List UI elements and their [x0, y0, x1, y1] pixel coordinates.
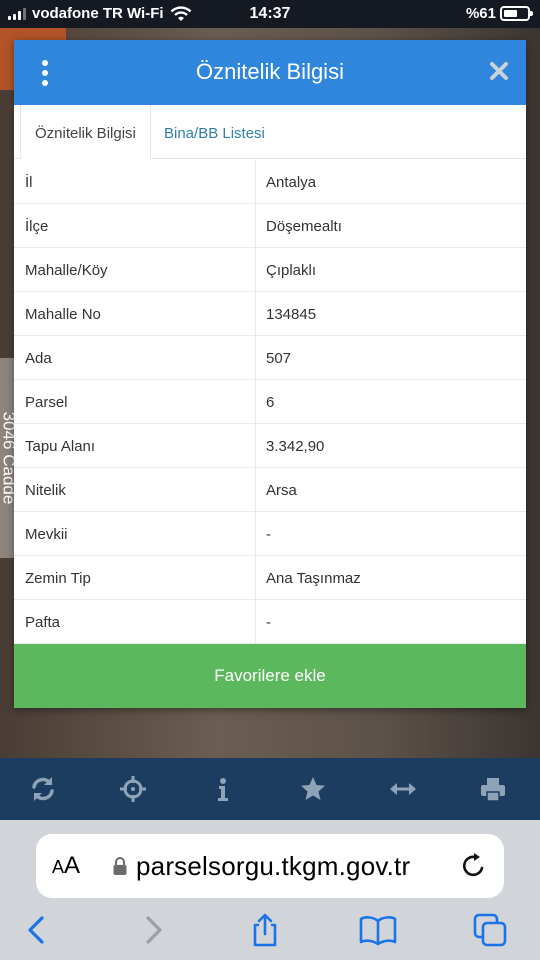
row-key-pafta: Pafta — [25, 614, 61, 631]
measure-icon[interactable] — [388, 774, 418, 804]
tab-attribute-info[interactable]: Öznitelik Bilgisi — [20, 105, 151, 159]
refresh-icon[interactable] — [28, 774, 58, 804]
row-value-il: Antalya — [266, 174, 317, 191]
row-key-mahalle: Mahalle/Köy — [25, 262, 108, 279]
star-icon[interactable] — [298, 774, 328, 804]
table-row: Nitelik Arsa — [14, 468, 526, 512]
forward-icon[interactable] — [134, 912, 170, 948]
url-text[interactable]: parselsorgu.tkgm.gov.tr — [136, 851, 410, 882]
map-toolbar — [0, 758, 540, 820]
info-icon[interactable] — [208, 774, 238, 804]
tabs-icon[interactable] — [472, 912, 508, 948]
row-value-ilce: Döşemealtı — [266, 218, 342, 235]
clock: 14:37 — [249, 5, 291, 22]
table-row: Mahalle/Köy Çıplaklı — [14, 248, 526, 292]
row-value-zemin-tip: Ana Taşınmaz — [266, 570, 361, 587]
table-row: Ada 507 — [14, 336, 526, 380]
row-key-mevkii: Mevkii — [25, 526, 68, 543]
table-row: Parsel 6 — [14, 380, 526, 424]
row-value-mahalle-no: 134845 — [266, 306, 317, 323]
tab-building-list[interactable]: Bina/BB Listesi — [150, 105, 279, 159]
row-key-tapu-alani: Tapu Alanı — [25, 438, 96, 455]
back-icon[interactable] — [20, 912, 56, 948]
bookmarks-icon[interactable] — [358, 912, 398, 948]
row-value-nitelik: Arsa — [266, 482, 297, 499]
close-icon[interactable] — [488, 60, 510, 82]
table-row: Mahalle No 134845 — [14, 292, 526, 336]
dialog-title: Öznitelik Bilgisi — [196, 59, 344, 84]
row-value-mahalle: Çıplaklı — [266, 262, 317, 279]
status-bar: vodafone TR Wi-Fi 14:37 %61 — [0, 0, 540, 28]
table-row: Mevkii - — [14, 512, 526, 556]
print-icon[interactable] — [478, 774, 508, 804]
dialog-tabs: Öznitelik Bilgisi Bina/BB Listesi — [14, 105, 526, 159]
table-row: İl Antalya — [14, 160, 526, 204]
row-key-zemin-tip: Zemin Tip — [25, 570, 91, 587]
browser-chrome: AA parselsorgu.tkgm.gov.tr — [0, 820, 540, 960]
table-row: Zemin Tip Ana Taşınmaz — [14, 556, 526, 600]
lock-icon — [113, 857, 127, 875]
row-key-ada: Ada — [25, 350, 52, 367]
crosshair-icon[interactable] — [118, 774, 148, 804]
row-key-nitelik: Nitelik — [25, 482, 66, 499]
table-row: Tapu Alanı 3.342,90 — [14, 424, 526, 468]
dialog-header: Öznitelik Bilgisi — [14, 40, 526, 105]
address-bar[interactable]: AA parselsorgu.tkgm.gov.tr — [36, 834, 504, 898]
battery-fill — [504, 10, 517, 17]
row-value-pafta: - — [266, 614, 271, 631]
reload-icon[interactable] — [460, 852, 488, 880]
battery-icon — [500, 6, 533, 21]
attribute-table: İl Antalya İlçe Döşemealtı Mahalle/Köy Çıpl… — [14, 160, 526, 644]
row-key-mahalle-no: Mahalle No — [25, 306, 101, 323]
table-row: Pafta - — [14, 600, 526, 644]
table-row: İlçe Döşemealtı — [14, 204, 526, 248]
row-key-il: İl — [25, 174, 33, 191]
attribute-info-dialog: Öznitelik Bilgisi Öznitelik Bilgisi Bina… — [14, 40, 526, 708]
status-bar-right: %61 — [465, 5, 533, 22]
battery-percent: %61 — [465, 5, 496, 22]
row-value-mevkii: - — [266, 526, 271, 543]
row-value-tapu-alani: 3.342,90 — [266, 438, 325, 455]
share-icon[interactable] — [247, 912, 283, 948]
text-size-button[interactable]: AA — [52, 852, 80, 880]
row-key-parsel: Parsel — [25, 394, 68, 411]
row-value-ada: 507 — [266, 350, 292, 367]
row-value-parsel: 6 — [266, 394, 275, 411]
add-to-favorites-button[interactable]: Favorilere ekle — [14, 644, 526, 708]
row-key-ilce: İlçe — [25, 218, 49, 235]
